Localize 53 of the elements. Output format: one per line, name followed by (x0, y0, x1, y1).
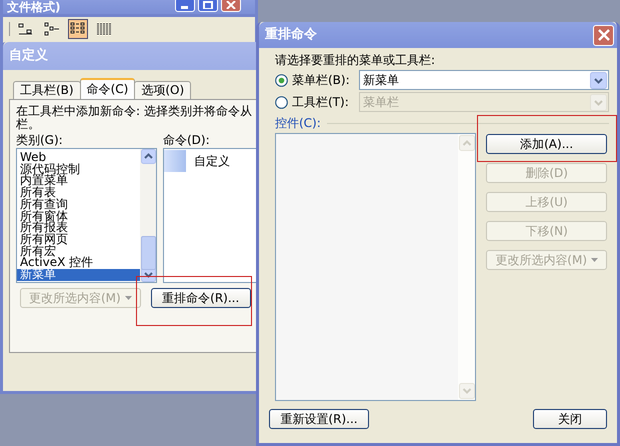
category-item[interactable]: 所有报表 (17, 222, 140, 234)
close-button[interactable] (593, 24, 614, 46)
dropdown-field[interactable]: 新菜单 (359, 70, 609, 90)
dialog-title: 自定义 (9, 49, 48, 63)
category-item[interactable]: 所有表 (17, 187, 140, 199)
commands-label: 命令(D): (163, 133, 211, 148)
minimize-button[interactable] (175, 0, 195, 12)
scroll-up-icon (458, 135, 475, 151)
scroll-thumb[interactable] (140, 236, 156, 270)
reset-button[interactable]: 重新设置(R)... (269, 409, 369, 429)
tab[interactable]: 工具栏(B) (13, 81, 81, 99)
category-item[interactable]: 内置菜单 (17, 175, 140, 188)
tab[interactable]: 选项(O) (134, 81, 192, 99)
list-view-icon (18, 22, 34, 36)
close-dialog-button[interactable]: 关闭 (533, 409, 607, 429)
category-item[interactable]: 源代码控制 (17, 164, 140, 176)
category-item[interactable]: ActiveX 控件 (17, 257, 140, 270)
categories-label: 类别(G): (16, 133, 64, 148)
instruction-text: 栏。 (16, 118, 41, 131)
category-item[interactable]: 所有查询 (17, 198, 140, 211)
caret-icon (591, 258, 598, 262)
command-list[interactable]: 自定义 (163, 148, 258, 283)
controls-label: 控件(C): (275, 114, 321, 132)
close-icon (226, 1, 236, 9)
scrollbar[interactable] (140, 149, 156, 282)
tab[interactable]: 命令(C) (80, 78, 136, 99)
rearrange-button[interactable]: 重排命令(R)... (150, 288, 251, 308)
caret-icon (124, 296, 132, 300)
command-icon (164, 150, 186, 172)
close-icon (598, 29, 610, 41)
prompt-text: 请选择要重排的菜单或工具栏: (275, 52, 436, 69)
command-item[interactable]: 自定义 (186, 152, 230, 170)
category-item[interactable]: 所有窗体 (17, 210, 140, 222)
maximize-icon (203, 1, 213, 9)
toolbar-button[interactable] (68, 19, 88, 39)
scroll-up-icon[interactable] (140, 149, 156, 164)
scroll-down-icon (458, 383, 475, 399)
list-view-icon (70, 22, 86, 36)
instruction-text: 在工具栏中添加新命令: 选择类别并将命令从 (16, 105, 253, 118)
category-item[interactable]: 所有宏 (17, 246, 140, 258)
command-button[interactable]: 添加(A)... (486, 134, 607, 154)
close-button[interactable] (221, 0, 241, 12)
category-list[interactable]: Web 源代码控制 内置菜单 所有表 所有查询 所有窗体 所有报表 所有网页 所有宏 ActiveX 控件 新菜单 (16, 148, 157, 283)
radio-option[interactable]: 菜单栏(B): (275, 72, 359, 88)
category-item[interactable]: 所有网页 (17, 234, 140, 246)
maximize-button[interactable] (198, 0, 218, 12)
window-title: 文件格式) (7, 0, 60, 14)
list-view-icon (44, 22, 60, 36)
category-item[interactable]: Web (17, 152, 140, 164)
dialog-title: 重排命令 (265, 28, 317, 42)
category-item[interactable]: 新菜单 (17, 269, 140, 281)
list-view-icon (96, 22, 112, 36)
radio-icon[interactable] (275, 74, 288, 86)
